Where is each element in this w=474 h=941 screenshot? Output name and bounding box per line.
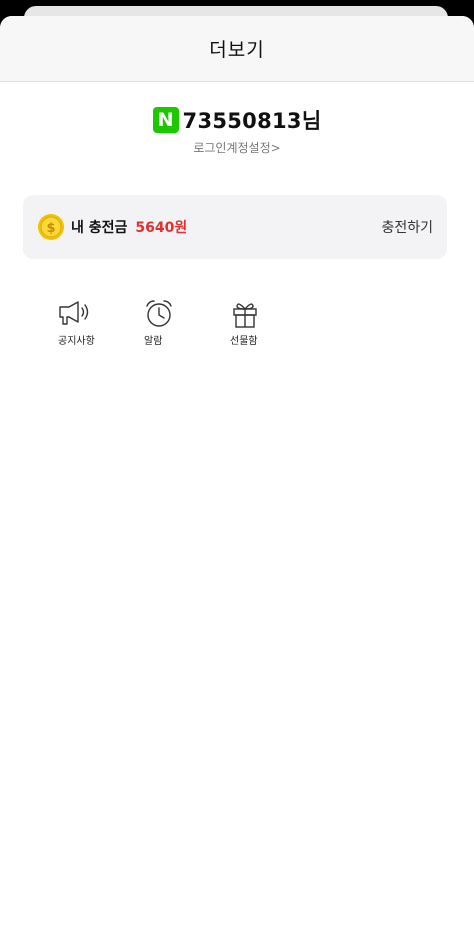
more-sheet: 더보기 N 73550813님 로그인계정설정> $ 내 충전금 5640원 충…: [0, 16, 474, 941]
charge-amount: 5640원: [135, 220, 188, 236]
menu-item-label: 선물함: [230, 336, 258, 347]
charge-balance-card: $ 내 충전금 5640원 충전하기: [23, 195, 447, 259]
alarm-clock-icon: [146, 300, 172, 327]
menu-item-label: 알람: [144, 336, 163, 347]
menu-item-alarm[interactable]: 알람: [134, 299, 220, 347]
charge-label: 내 충전금: [71, 220, 128, 236]
page-title: 더보기: [209, 39, 265, 61]
menu-item-label: 공지사항: [58, 336, 95, 347]
naver-logo-icon: N: [152, 107, 179, 133]
megaphone-icon: [59, 301, 89, 325]
gift-icon: [233, 303, 257, 328]
profile-section: N 73550813님 로그인계정설정>: [0, 105, 474, 156]
header: 더보기: [0, 16, 474, 82]
menu-item-gift-box[interactable]: 선물함: [220, 299, 306, 347]
coin-icon: $: [38, 214, 64, 240]
menu-item-notice[interactable]: 공지사항: [48, 299, 134, 347]
menu-row: 공지사항 알람 선물함: [48, 299, 306, 347]
charge-button[interactable]: 충전하기: [381, 217, 433, 237]
user-name: 73550813님: [182, 109, 322, 133]
svg-text:$: $: [46, 221, 55, 236]
user-name-row: N 73550813님: [0, 105, 474, 135]
login-account-settings-link[interactable]: 로그인계정설정>: [193, 139, 280, 156]
